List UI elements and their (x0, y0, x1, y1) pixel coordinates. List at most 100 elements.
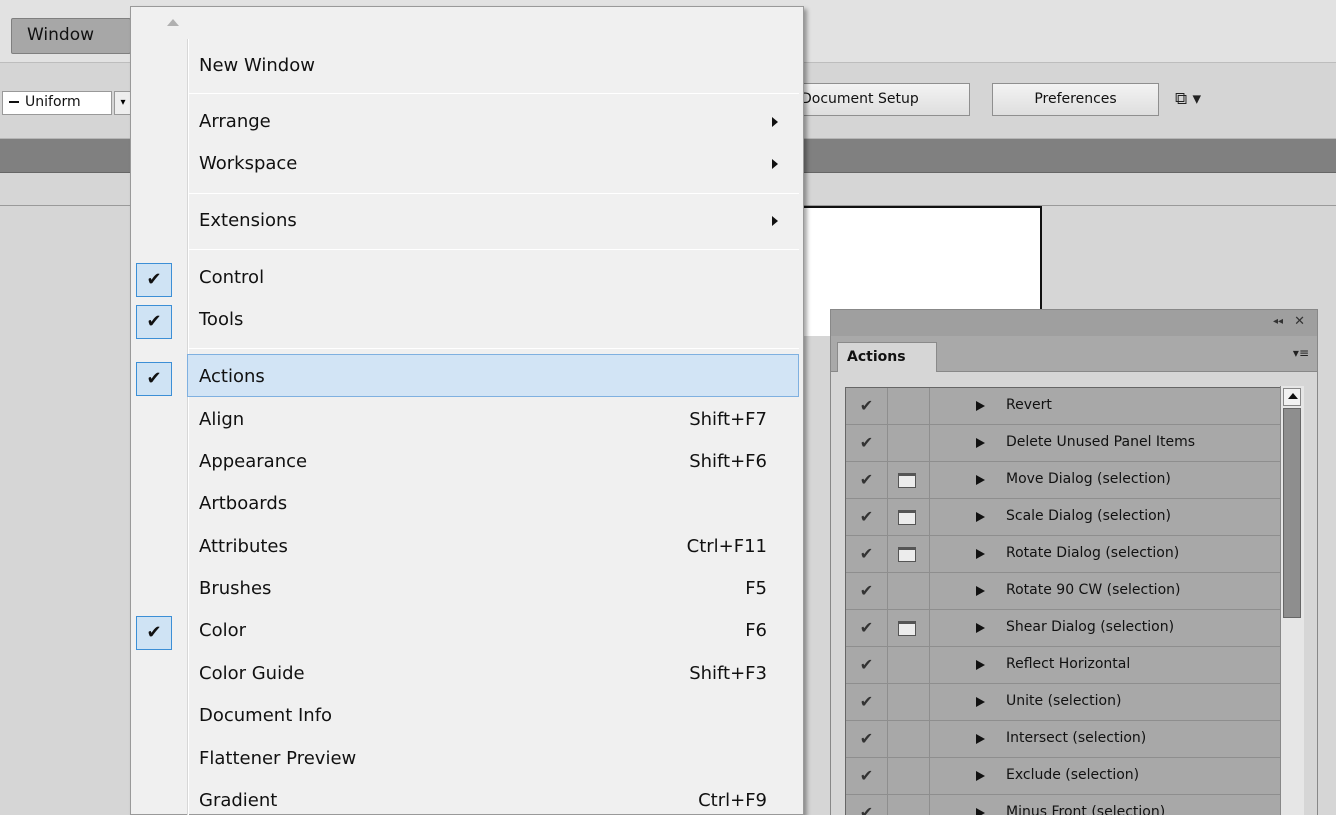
stroke-line-icon (9, 101, 19, 103)
action-enabled-toggle[interactable]: ✔ (846, 499, 888, 536)
expand-triangle-icon[interactable] (976, 808, 985, 815)
action-row[interactable]: ✔ Unite (selection) (846, 684, 1284, 721)
dialog-toggle[interactable] (888, 462, 930, 499)
expand-triangle-icon[interactable] (976, 660, 985, 670)
panel-tab-row: Actions ▾≡ (831, 336, 1317, 372)
action-name: Exclude (selection) (1006, 767, 1140, 783)
expand-triangle-icon[interactable] (976, 512, 985, 522)
dialog-toggle[interactable] (888, 721, 930, 758)
action-name: Delete Unused Panel Items (1006, 434, 1196, 450)
window-menu[interactable]: Window (11, 18, 131, 54)
document-setup-button[interactable]: Document Setup (790, 83, 970, 116)
action-enabled-toggle[interactable]: ✔ (846, 610, 888, 647)
menu-item-document-info[interactable]: Document Info (131, 697, 803, 735)
action-row[interactable]: ✔ Reflect Horizontal (846, 647, 1284, 684)
scrollbar-thumb[interactable] (1283, 408, 1301, 618)
action-row[interactable]: ✔ Rotate 90 CW (selection) (846, 573, 1284, 610)
menu-item-new-window[interactable]: New Window (131, 47, 803, 85)
menu-item-appearance[interactable]: Appearance Shift+F6 (131, 443, 803, 481)
menu-item-control[interactable]: ✔ Control (131, 259, 803, 297)
menu-item-label: Flattener Preview (199, 748, 357, 769)
menu-item-align[interactable]: Align Shift+F7 (131, 401, 803, 439)
menu-separator (189, 249, 799, 250)
menu-item-flattener-preview[interactable]: Flattener Preview (131, 740, 803, 778)
stroke-profile-select[interactable]: Uniform (2, 91, 112, 115)
action-row[interactable]: ✔ Rotate Dialog (selection) (846, 536, 1284, 573)
menu-item-label: Attributes (199, 536, 288, 557)
menu-item-brushes[interactable]: Brushes F5 (131, 570, 803, 608)
action-enabled-toggle[interactable]: ✔ (846, 721, 888, 758)
menu-item-artboards[interactable]: Artboards (131, 485, 803, 523)
action-name: Rotate 90 CW (selection) (1006, 582, 1181, 598)
action-row[interactable]: ✔ Minus Front (selection) (846, 795, 1284, 815)
action-enabled-toggle[interactable]: ✔ (846, 388, 888, 425)
expand-triangle-icon[interactable] (976, 623, 985, 633)
expand-triangle-icon[interactable] (976, 586, 985, 596)
menu-item-attributes[interactable]: Attributes Ctrl+F11 (131, 528, 803, 566)
action-row[interactable]: ✔ Intersect (selection) (846, 721, 1284, 758)
menu-item-label: Document Info (199, 705, 333, 726)
menu-item-color[interactable]: ✔ Color F6 (131, 612, 803, 650)
action-enabled-toggle[interactable]: ✔ (846, 425, 888, 462)
action-row[interactable]: ✔ Delete Unused Panel Items (846, 425, 1284, 462)
action-row[interactable]: ✔ Move Dialog (selection) (846, 462, 1284, 499)
expand-triangle-icon[interactable] (976, 438, 985, 448)
panel-titlebar[interactable]: ◂◂ ✕ (831, 310, 1317, 336)
dialog-toggle[interactable] (888, 388, 930, 425)
expand-triangle-icon[interactable] (976, 401, 985, 411)
dialog-toggle[interactable] (888, 425, 930, 462)
menu-item-arrange[interactable]: Arrange (131, 103, 803, 141)
dialog-toggle[interactable] (888, 536, 930, 573)
action-row[interactable]: ✔ Scale Dialog (selection) (846, 499, 1284, 536)
action-enabled-toggle[interactable]: ✔ (846, 647, 888, 684)
action-row[interactable]: ✔ Revert (846, 388, 1284, 425)
dialog-toggle[interactable] (888, 499, 930, 536)
dialog-toggle[interactable] (888, 573, 930, 610)
stroke-profile-value: Uniform (25, 94, 81, 110)
arrange-documents-icon[interactable]: ⧉ ▾ (1175, 89, 1201, 109)
menu-item-shortcut: Shift+F7 (689, 409, 767, 430)
window-dropdown-menu: New Window Arrange Workspace Extensions ✔ Con… (130, 6, 804, 815)
action-enabled-toggle[interactable]: ✔ (846, 758, 888, 795)
action-name: Shear Dialog (selection) (1006, 619, 1175, 635)
menu-item-workspace[interactable]: Workspace (131, 145, 803, 183)
menu-separator (189, 193, 799, 194)
action-enabled-toggle[interactable]: ✔ (846, 573, 888, 610)
dialog-toggle[interactable] (888, 684, 930, 721)
dialog-toggle[interactable] (888, 795, 930, 815)
action-row[interactable]: ✔ Shear Dialog (selection) (846, 610, 1284, 647)
action-name: Unite (selection) (1006, 693, 1122, 709)
action-enabled-toggle[interactable]: ✔ (846, 684, 888, 721)
action-enabled-toggle[interactable]: ✔ (846, 462, 888, 499)
action-enabled-toggle[interactable]: ✔ (846, 795, 888, 815)
menu-item-gradient[interactable]: Gradient Ctrl+F9 (131, 782, 803, 815)
action-name: Minus Front (selection) (1006, 804, 1166, 815)
menu-item-extensions[interactable]: Extensions (131, 202, 803, 240)
menu-scroll-up-icon[interactable] (167, 19, 179, 26)
action-row[interactable]: ✔ Exclude (selection) (846, 758, 1284, 795)
action-enabled-toggle[interactable]: ✔ (846, 536, 888, 573)
menu-item-tools[interactable]: ✔ Tools (131, 301, 803, 339)
menu-item-color-guide[interactable]: Color Guide Shift+F3 (131, 655, 803, 693)
collapse-panel-icon[interactable]: ◂◂ (1273, 316, 1283, 327)
scroll-up-arrow-icon[interactable] (1283, 388, 1301, 406)
action-name: Move Dialog (selection) (1006, 471, 1171, 487)
tab-actions[interactable]: Actions (837, 342, 937, 372)
expand-triangle-icon[interactable] (976, 771, 985, 781)
expand-triangle-icon[interactable] (976, 549, 985, 559)
close-icon[interactable]: ✕ (1294, 314, 1305, 329)
dialog-toggle[interactable] (888, 758, 930, 795)
checkmark-icon: ✔ (136, 263, 172, 297)
dialog-toggle[interactable] (888, 647, 930, 684)
expand-triangle-icon[interactable] (976, 475, 985, 485)
expand-triangle-icon[interactable] (976, 697, 985, 707)
preferences-button[interactable]: Preferences (992, 83, 1159, 116)
dialog-icon (898, 510, 916, 525)
expand-triangle-icon[interactable] (976, 734, 985, 744)
menu-separator (189, 348, 799, 349)
dialog-toggle[interactable] (888, 610, 930, 647)
menu-item-actions[interactable]: ✔ Actions (131, 358, 803, 396)
panel-menu-icon[interactable]: ▾≡ (1293, 346, 1309, 360)
menu-item-label: Appearance (199, 451, 308, 472)
action-name: Intersect (selection) (1006, 730, 1147, 746)
